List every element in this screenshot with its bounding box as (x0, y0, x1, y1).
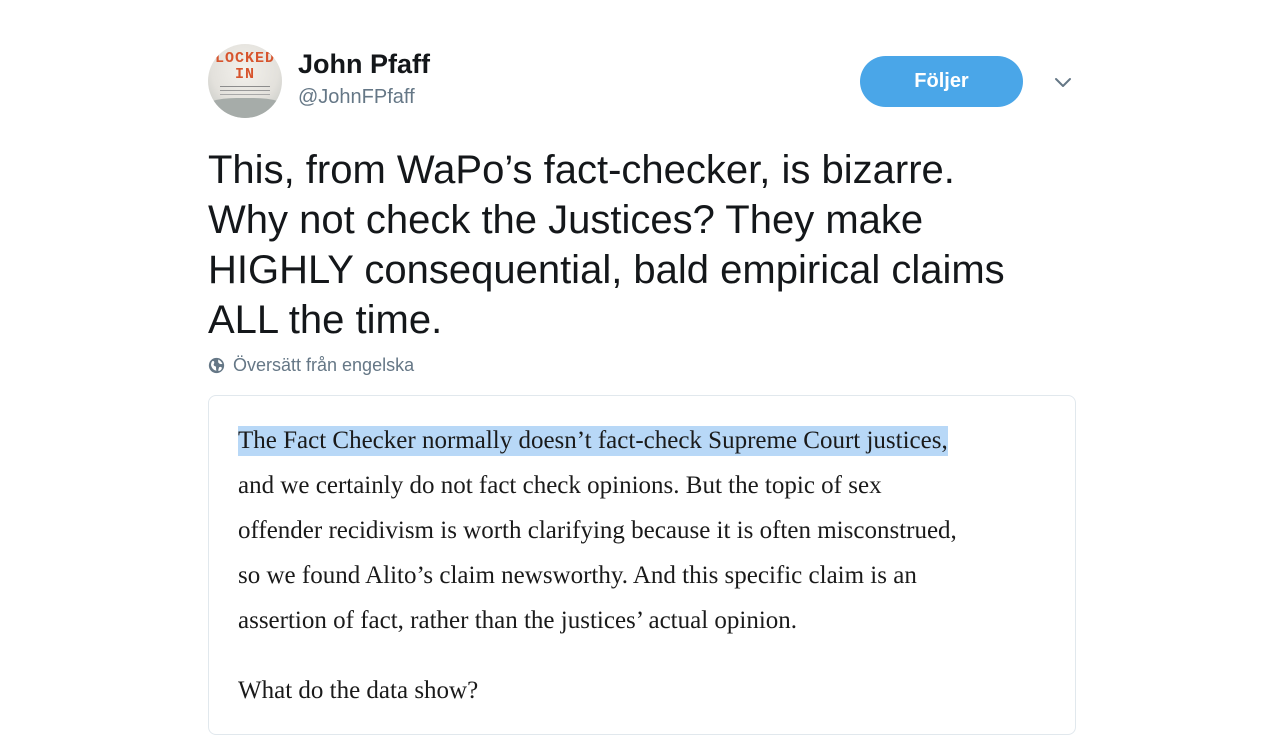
quoted-text-line: and we certainly do not fact check opini… (238, 472, 882, 499)
author-display-name[interactable]: John Pfaff (298, 49, 430, 80)
tweet-text-line: ALL the time. (208, 298, 443, 342)
globe-icon (208, 357, 225, 374)
tweet-text-line: This, from WaPo’s fact-checker, is bizar… (208, 148, 955, 192)
following-button[interactable]: Följer (860, 56, 1023, 107)
tweet-text: This, from WaPo’s fact-checker, is bizar… (208, 145, 1108, 345)
chevron-down-icon[interactable] (1050, 70, 1076, 96)
translate-link[interactable]: Översätt från engelska (208, 355, 414, 376)
tweet: LOCKED IN John Pfaff @JohnFPfaff Följer … (0, 0, 1280, 735)
avatar[interactable]: LOCKED IN (208, 44, 282, 118)
highlighted-text: The Fact Checker normally doesn’t fact-c… (238, 426, 948, 456)
quoted-text-line: The Fact Checker normally doesn’t fact-c… (238, 418, 1058, 463)
quoted-text-line: assertion of fact, rather than the justi… (238, 607, 798, 634)
tweet-text-line: HIGHLY consequential, bald empirical cla… (208, 248, 1005, 292)
translate-label: Översätt från engelska (233, 355, 415, 375)
author-handle[interactable]: @JohnFPfaff (298, 86, 415, 109)
quoted-text-line: offender recidivism is worth clarifying … (238, 517, 957, 544)
avatar-title-line1: LOCKED (214, 50, 275, 67)
quoted-question: What do the data show? (238, 677, 479, 704)
avatar-subtitle-lines (220, 86, 270, 87)
quoted-text: The Fact Checker normally doesn’t fact-c… (238, 418, 1058, 643)
avatar-title-line2: IN (234, 66, 255, 83)
avatar-fog (208, 98, 282, 118)
attached-image[interactable]: The Fact Checker normally doesn’t fact-c… (208, 395, 1076, 735)
quoted-text-line: so we found Alito’s claim newsworthy. An… (238, 562, 917, 589)
tweet-text-line: Why not check the Justices? They make (208, 198, 924, 242)
